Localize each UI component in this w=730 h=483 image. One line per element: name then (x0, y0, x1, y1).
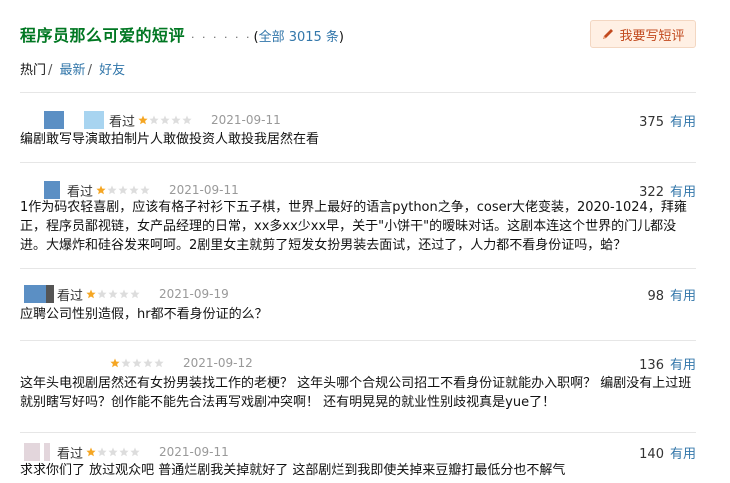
review-content: 1作为码农轻喜剧，应该有格子衬衫下五子棋，世界上最好的语言python之争，co… (20, 200, 687, 253)
useful-button[interactable]: 有用 (670, 358, 696, 373)
review-content: 应聘公司性别造假，hr都不看身份证的么？ (20, 307, 268, 322)
star-empty-icon (132, 358, 142, 368)
star-empty-icon (97, 447, 107, 457)
star-filled-icon (96, 185, 106, 195)
star-empty-icon (119, 447, 129, 457)
review-item: 看过 2021-09-11 375 有用 编剧敢写导演敢拍制片人敢做投资人敢投我居… (20, 92, 696, 162)
review-item: 看过 2021-09-11 140 有用 求求你们了 放过观众吧 普通烂剧我关掉就… (20, 432, 696, 483)
star-empty-icon (129, 185, 139, 195)
star-empty-icon (143, 358, 153, 368)
tab-hot[interactable]: 热门 (20, 63, 46, 78)
vote-area: 140 有用 (639, 443, 696, 462)
star-empty-icon (121, 358, 131, 368)
star-rating (86, 447, 141, 457)
write-review-label: 我要写短评 (619, 28, 685, 44)
star-filled-icon (86, 289, 96, 299)
avatar[interactable] (44, 181, 66, 199)
star-empty-icon (154, 358, 164, 368)
title-dots: · · · · · · (191, 31, 252, 44)
review-content: 编剧敢写导演敢拍制片人敢做投资人敢投我居然在看 (20, 132, 320, 147)
star-empty-icon (140, 185, 150, 195)
total-count: (全部 3015 条) (253, 30, 344, 45)
review-date: 2021-09-12 (183, 356, 253, 370)
star-filled-icon (110, 358, 120, 368)
vote-count: 98 (647, 289, 664, 304)
review-date: 2021-09-11 (159, 445, 229, 459)
review-meta: 看过 2021-09-11 (44, 181, 239, 200)
star-empty-icon (130, 289, 140, 299)
star-empty-icon (149, 115, 159, 125)
avatar[interactable] (44, 111, 108, 129)
review-content: 这年头电视剧居然还有女扮男装找工作的老梗？ 这年头哪个合规公司招工不看身份证就能… (20, 376, 692, 410)
vote-area: 136 有用 (639, 354, 696, 373)
star-empty-icon (119, 289, 129, 299)
tab-latest[interactable]: 最新 (60, 63, 86, 78)
avatar[interactable] (24, 443, 56, 461)
star-empty-icon (182, 115, 192, 125)
review-date: 2021-09-11 (211, 113, 281, 127)
vote-count: 375 (639, 115, 664, 130)
review-item: 2021-09-12 136 有用 这年头电视剧居然还有女扮男装找工作的老梗？ 这… (20, 340, 696, 432)
write-review-button[interactable]: 我要写短评 (590, 20, 696, 48)
tab-friends[interactable]: 好友 (99, 63, 125, 78)
star-empty-icon (130, 447, 140, 457)
star-rating (138, 115, 193, 125)
vote-count: 140 (639, 447, 664, 462)
star-empty-icon (108, 289, 118, 299)
vote-area: 375 有用 (639, 111, 696, 130)
star-empty-icon (108, 447, 118, 457)
watched-label: 看过 (57, 446, 84, 462)
watched-label: 看过 (109, 114, 136, 130)
review-item: 看过 2021-09-19 98 有用 应聘公司性别造假，hr都不看身份证的么？ (20, 268, 696, 340)
useful-button[interactable]: 有用 (670, 289, 696, 304)
section-header: 程序员那么可爱的短评 · · · · · · (全部 3015 条) (20, 22, 344, 45)
review-item: 看过 2021-09-11 322 有用 1作为码农轻喜剧，应该有格子衬衫下五子棋… (20, 162, 696, 268)
sort-tabs: 热门 / 最新 / 好友 (20, 63, 126, 78)
review-meta: 看过 2021-09-11 (24, 443, 229, 462)
review-meta: 看过 2021-09-11 (44, 111, 281, 130)
pencil-icon (603, 29, 614, 39)
section-title: 程序员那么可爱的短评 (20, 26, 186, 45)
review-meta: 2021-09-12 (106, 354, 253, 372)
review-date: 2021-09-19 (159, 287, 229, 301)
useful-button[interactable]: 有用 (670, 447, 696, 462)
avatar[interactable] (24, 285, 56, 303)
star-rating (86, 289, 141, 299)
all-reviews-link[interactable]: 全部 3015 条 (259, 30, 339, 45)
watched-label: 看过 (67, 184, 94, 200)
star-rating (110, 358, 165, 368)
star-empty-icon (118, 185, 128, 195)
watched-label: 看过 (57, 288, 84, 304)
review-content: 求求你们了 放过观众吧 普通烂剧我关掉就好了 这部剧烂到我即使关掉来豆瓣打最低分… (20, 463, 566, 478)
review-date: 2021-09-11 (169, 183, 239, 197)
star-empty-icon (171, 115, 181, 125)
star-empty-icon (107, 185, 117, 195)
star-empty-icon (160, 115, 170, 125)
star-empty-icon (97, 289, 107, 299)
star-rating (96, 185, 151, 195)
vote-area: 98 有用 (647, 285, 696, 304)
star-filled-icon (138, 115, 148, 125)
star-filled-icon (86, 447, 96, 457)
review-meta: 看过 2021-09-19 (24, 285, 229, 304)
vote-count: 136 (639, 358, 664, 373)
useful-button[interactable]: 有用 (670, 115, 696, 130)
